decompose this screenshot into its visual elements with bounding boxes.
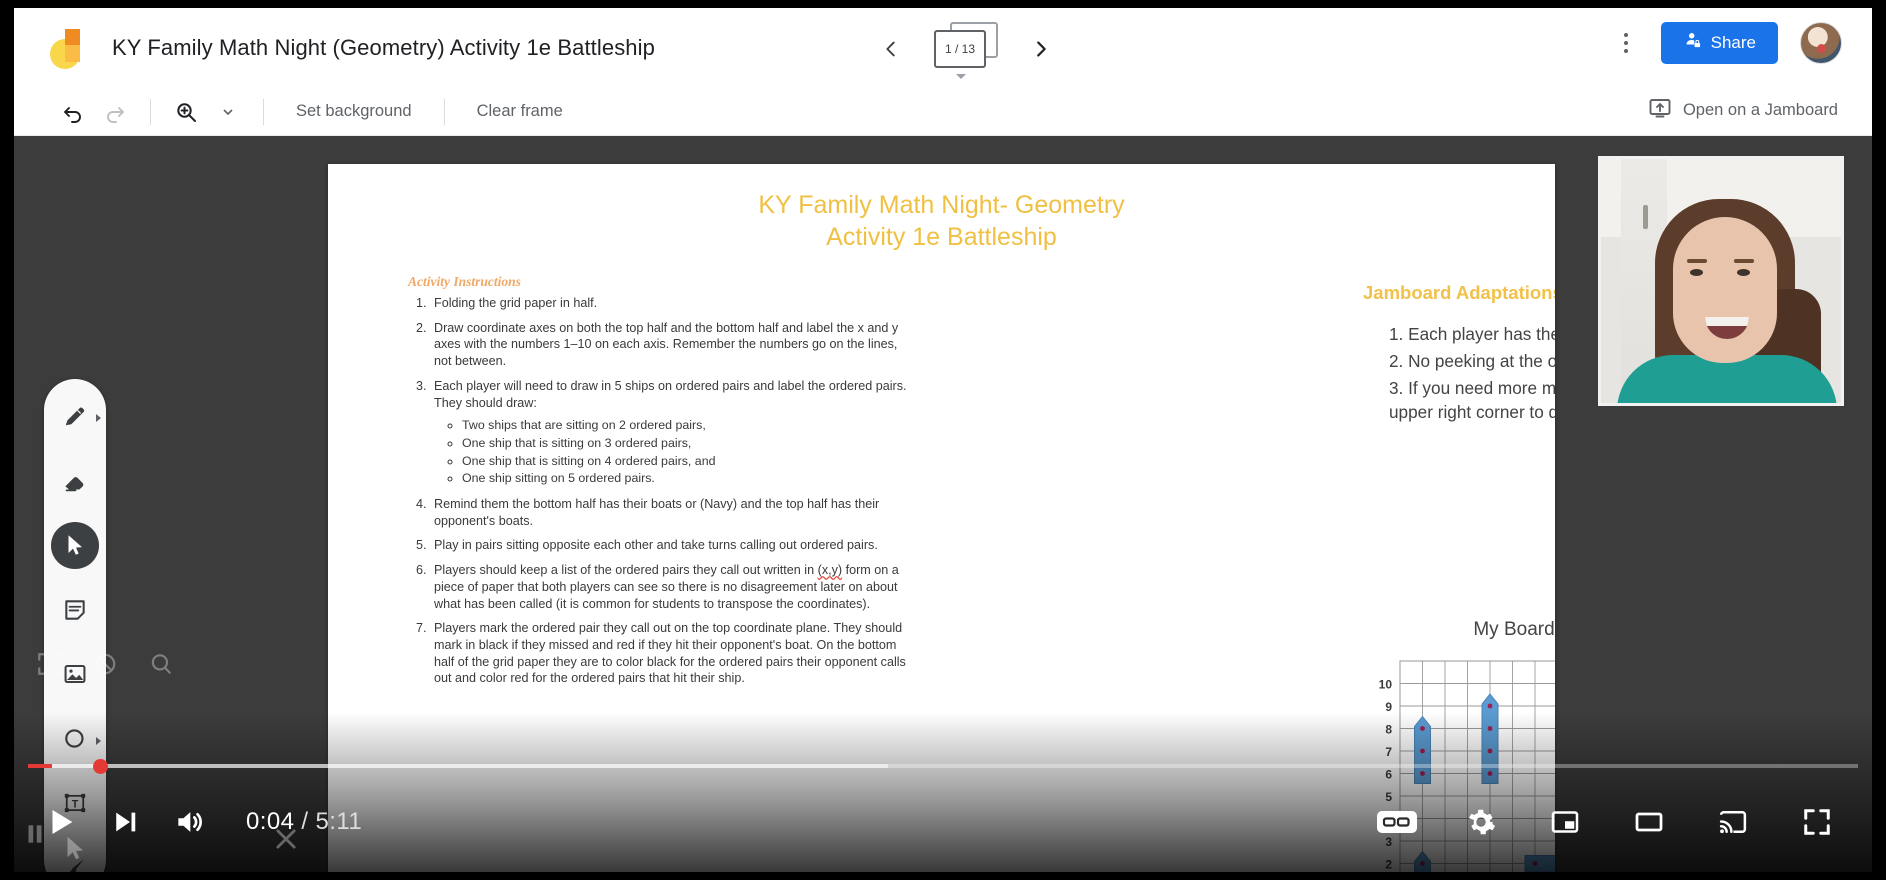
frame-navigation: 1 / 13 — [874, 22, 1058, 79]
image-tool[interactable] — [51, 651, 99, 698]
progress-loaded — [28, 764, 888, 768]
step-text: Players mark the ordered pair they call … — [434, 621, 906, 686]
list-item: 3. If you need more markers, just click … — [1389, 377, 1555, 423]
cast-button[interactable] — [1704, 793, 1762, 851]
list-item: Remind them the bottom half has their bo… — [430, 496, 908, 529]
step-text: Remind them the bottom half has their bo… — [434, 496, 880, 528]
select-tool[interactable] — [51, 522, 99, 569]
list-item: Play in pairs sitting opposite each othe… — [430, 537, 908, 554]
pen-flyout-arrow-icon — [96, 414, 101, 422]
next-video-button[interactable] — [96, 793, 154, 851]
captions-cc-icon — [1377, 811, 1417, 833]
play-button[interactable] — [32, 793, 90, 851]
list-item: One ship sitting on 5 ordered pairs. — [462, 470, 908, 488]
sticky-note-tool[interactable] — [51, 587, 99, 634]
slide-title-line-1: KY Family Math Night- Geometry — [758, 191, 1125, 219]
chevron-down-icon — [956, 74, 966, 79]
share-button-label: Share — [1710, 33, 1756, 52]
previous-frame-button[interactable] — [874, 32, 908, 66]
time-separator: / — [301, 808, 309, 835]
player-controls-right — [1368, 793, 1846, 851]
share-person-lock-icon — [1683, 31, 1702, 55]
theater-mode-button[interactable] — [1620, 793, 1678, 851]
miniplayer-button[interactable] — [1536, 793, 1594, 851]
top-app-bar: KY Family Math Night (Geometry) Activity… — [14, 8, 1872, 88]
shape-tool[interactable] — [51, 716, 101, 763]
list-item: Two ships that are sitting on 2 ordered … — [462, 417, 908, 435]
list-item: Players should keep a list of the ordere… — [430, 562, 908, 612]
adaptations-list: 1. Each player has their own slide 2. No… — [1389, 322, 1555, 425]
user-avatar[interactable] — [1800, 22, 1842, 64]
undo-button[interactable] — [52, 91, 94, 133]
progress-played — [28, 764, 52, 768]
current-time: 0:04 — [246, 808, 295, 835]
shape-flyout-arrow-icon — [96, 736, 101, 745]
set-background-button[interactable]: Set background — [278, 102, 430, 121]
fullscreen-button[interactable] — [1788, 793, 1846, 851]
progress-bar[interactable] — [28, 764, 1858, 768]
step-text: Folding the grid paper in half. — [434, 296, 598, 310]
time-display: 0:04 / 5:11 — [246, 808, 362, 836]
open-on-jamboard-button[interactable]: Open on a Jamboard — [1648, 96, 1838, 125]
sub-bullets: Two ships that are sitting on 2 ordered … — [462, 417, 908, 487]
settings-button[interactable] — [1452, 793, 1510, 851]
clear-frame-button[interactable]: Clear frame — [459, 102, 581, 121]
presenter-webcam-overlay — [1598, 156, 1844, 406]
instructions-heading: Activity Instructions — [408, 274, 521, 289]
adaptations-heading: Jamboard Adaptations — [1363, 282, 1555, 303]
instructions-block: Activity Instructions Folding the grid p… — [408, 274, 908, 695]
jam-canvas: KY Family Math Night- Geometry Activity … — [14, 136, 1872, 872]
spellcheck-word: (x,y) — [817, 563, 843, 578]
open-on-device-icon — [1648, 96, 1672, 125]
list-item: Draw coordinate axes on both the top hal… — [430, 320, 908, 370]
list-item: 1. Each player has their own slide — [1389, 324, 1555, 344]
svg-text:8: 8 — [1385, 723, 1392, 737]
zoom-dropdown-button[interactable] — [207, 91, 249, 133]
svg-text:7: 7 — [1385, 745, 1392, 759]
step-text-pre: Players should keep a list of the ordere… — [434, 563, 818, 578]
video-player-stage: KY Family Math Night (Geometry) Activity… — [0, 0, 1886, 880]
list-item: Players mark the ordered pair they call … — [430, 620, 908, 687]
list-item: One ship that is sitting on 4 ordered pa… — [462, 453, 908, 471]
total-duration: 5:11 — [315, 808, 363, 835]
edit-toolbar: Set background Clear frame Open on a Jam… — [14, 88, 1872, 136]
list-item: Folding the grid paper in half. — [430, 295, 908, 312]
pen-tool[interactable] — [51, 393, 101, 440]
player-controls-left: 0:04 / 5:11 — [32, 793, 362, 851]
captions-button[interactable] — [1368, 793, 1426, 851]
jamboard-app: KY Family Math Night (Geometry) Activity… — [14, 8, 1872, 872]
svg-text:10: 10 — [1379, 678, 1393, 692]
volume-button[interactable] — [160, 793, 218, 851]
redo-button[interactable] — [94, 91, 136, 133]
more-options-button[interactable] — [1613, 25, 1639, 61]
step-text: Play in pairs sitting opposite each othe… — [434, 538, 878, 553]
step-text: Each player will need to draw in 5 ships… — [434, 378, 907, 410]
share-button[interactable]: Share — [1660, 22, 1778, 64]
adaptations-block: Jamboard Adaptations 1. Each player has … — [1363, 282, 1555, 427]
chart-title: My Board — [1473, 619, 1555, 640]
instruction-steps: Folding the grid paper in half. Draw coo… — [430, 295, 908, 687]
jamboard-logo-icon — [50, 26, 90, 70]
zoom-in-button[interactable] — [165, 91, 207, 133]
toolbar-divider-2 — [263, 98, 264, 125]
list-item: One ship that is sitting on 3 ordered pa… — [462, 435, 908, 453]
list-item: 2. No peeking at the other slides until … — [1389, 350, 1555, 371]
svg-text:9: 9 — [1385, 700, 1392, 714]
next-frame-button[interactable] — [1024, 32, 1058, 66]
step-text: Draw coordinate axes on both the top hal… — [434, 320, 899, 369]
eraser-tool[interactable] — [51, 458, 99, 505]
slide-title: KY Family Math Night- Geometry Activity … — [328, 190, 1555, 253]
frame-counter-label: 1 / 13 — [944, 42, 976, 56]
toolbar-divider-3 — [443, 98, 445, 125]
open-on-jamboard-label: Open on a Jamboard — [1682, 101, 1838, 119]
toolbar-divider — [150, 98, 151, 125]
list-item: Each player will need to draw in 5 ships… — [430, 378, 908, 488]
slide-title-line-2: Activity 1e Battleship — [826, 222, 1057, 251]
player-controls: 0:04 / 5:11 — [14, 772, 1872, 872]
top-bar-actions: Share — [1613, 22, 1842, 64]
document-title[interactable]: KY Family Math Night (Geometry) Activity… — [112, 35, 655, 61]
frame-counter[interactable]: 1 / 13 — [934, 22, 998, 79]
